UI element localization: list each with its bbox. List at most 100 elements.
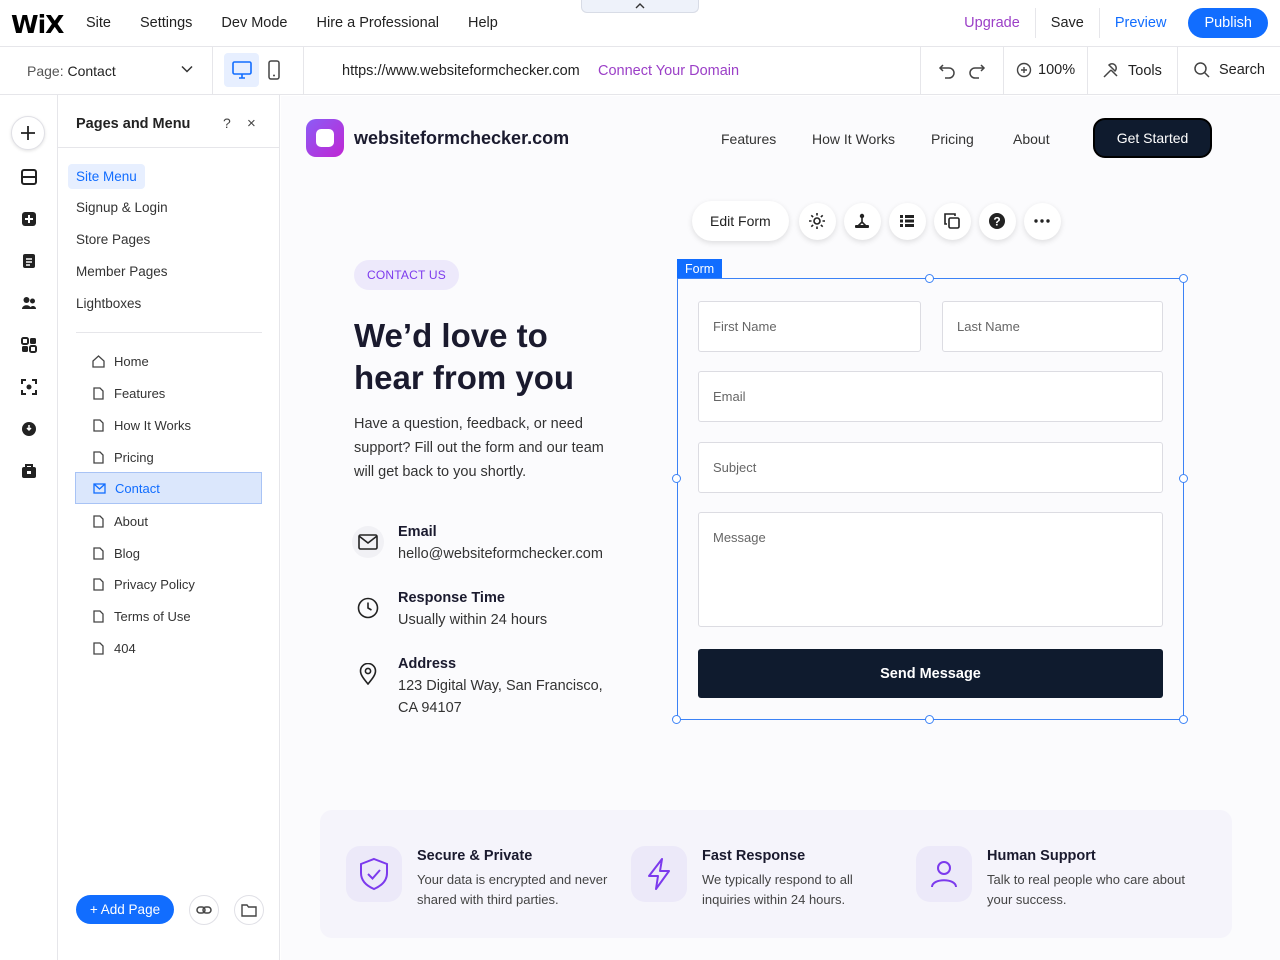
save-button[interactable]: Save (1036, 15, 1099, 31)
site-logo-icon[interactable] (306, 119, 344, 157)
first-name-field[interactable]: First Name (698, 301, 921, 352)
editor-secondary-bar: Page: Contact https://www.websiteformche… (0, 47, 1280, 95)
category-site-menu[interactable]: Site Menu (68, 164, 145, 189)
members-icon[interactable] (19, 293, 39, 313)
info-email-text[interactable]: hello@websiteformchecker.com (398, 543, 658, 565)
message-field[interactable]: Message (698, 512, 1163, 627)
page-selector-value: Contact (67, 63, 116, 79)
menu-help[interactable]: Help (468, 15, 498, 31)
category-store-pages[interactable]: Store Pages (76, 232, 150, 247)
site-nav-how-it-works[interactable]: How It Works (812, 131, 895, 147)
add-elements-button[interactable] (11, 116, 45, 150)
page-item-home[interactable]: Home (75, 345, 262, 377)
add-section-icon[interactable] (19, 167, 39, 187)
redo-icon[interactable] (968, 61, 986, 79)
zoom-icon (1016, 62, 1032, 78)
page-item-how-it-works[interactable]: How It Works (75, 409, 262, 441)
add-link-button[interactable] (189, 895, 219, 925)
zoom-control[interactable]: 100% (1016, 62, 1075, 78)
settings-button[interactable] (798, 202, 836, 240)
editor-canvas[interactable]: websiteformchecker.com Features How It W… (281, 96, 1280, 960)
page-selector[interactable]: Page: Contact (27, 63, 116, 79)
page-item-label: Terms of Use (114, 608, 191, 624)
tools-button[interactable]: Tools (1102, 62, 1162, 79)
resize-handle[interactable] (925, 715, 934, 724)
resize-handle[interactable] (925, 274, 934, 283)
features-strip[interactable]: Secure & Private Your data is encrypted … (320, 810, 1232, 938)
site-nav-features[interactable]: Features (721, 131, 776, 147)
preview-button[interactable]: Preview (1100, 15, 1189, 31)
layout-button[interactable] (888, 202, 926, 240)
gear-icon (809, 213, 826, 229)
help-button[interactable]: ? (978, 202, 1016, 240)
publish-button[interactable]: Publish (1188, 8, 1268, 38)
close-panel-button[interactable]: × (247, 115, 256, 132)
chevron-down-icon[interactable] (181, 65, 193, 73)
more-actions-button[interactable] (1023, 202, 1061, 240)
site-url: https://www.websiteformchecker.com (342, 63, 580, 79)
upgrade-link[interactable]: Upgrade (949, 15, 1035, 31)
duplicate-button[interactable] (933, 202, 971, 240)
send-message-button[interactable]: Send Message (698, 649, 1163, 698)
contact-headline[interactable]: We’d love to hear from you (354, 315, 614, 399)
connect-domain-link[interactable]: Connect Your Domain (598, 63, 739, 79)
menu-hire-professional[interactable]: Hire a Professional (317, 15, 440, 31)
site-nav-about[interactable]: About (1013, 131, 1050, 147)
apps-grid-icon[interactable] (19, 335, 39, 355)
plus-icon (21, 126, 35, 140)
undo-icon[interactable] (938, 61, 956, 79)
desktop-view-button[interactable] (224, 53, 259, 87)
page-item-label: Home (114, 353, 149, 369)
resize-handle[interactable] (672, 715, 681, 724)
page-item-about[interactable]: About (75, 505, 262, 537)
add-folder-button[interactable] (234, 895, 264, 925)
menu-dev-mode[interactable]: Dev Mode (221, 15, 287, 31)
pages-icon[interactable] (19, 251, 39, 271)
portfolio-icon[interactable] (19, 461, 39, 481)
divider (212, 47, 213, 95)
edit-form-button[interactable]: Edit Form (692, 201, 789, 241)
help-button[interactable]: ? (223, 115, 231, 131)
page-item-contact[interactable]: Contact (75, 472, 262, 504)
site-nav-pricing[interactable]: Pricing (931, 131, 974, 147)
resize-handle[interactable] (672, 474, 681, 483)
category-member-pages[interactable]: Member Pages (76, 264, 168, 279)
add-page-button[interactable]: + Add Page (76, 895, 174, 924)
menu-settings[interactable]: Settings (140, 15, 192, 31)
menu-site[interactable]: Site (86, 15, 111, 31)
page-icon (91, 577, 105, 591)
resize-handle[interactable] (1179, 474, 1188, 483)
add-apps-icon[interactable] (19, 209, 39, 229)
category-lightboxes[interactable]: Lightboxes (76, 296, 141, 311)
page-item-privacy-policy[interactable]: Privacy Policy (75, 568, 262, 600)
category-signup-login[interactable]: Signup & Login (76, 200, 168, 215)
email-field[interactable]: Email (698, 371, 1163, 422)
wix-logo[interactable]: WiX (11, 10, 64, 39)
tools-label: Tools (1128, 62, 1162, 79)
resize-handle[interactable] (1179, 715, 1188, 724)
contact-intro[interactable]: Have a question, feedback, or need suppo… (354, 412, 619, 484)
search-button[interactable]: Search (1194, 62, 1265, 78)
page-item-404[interactable]: 404 (75, 632, 262, 664)
search-label: Search (1219, 62, 1265, 78)
page-item-pricing[interactable]: Pricing (75, 441, 262, 473)
automations-button[interactable] (843, 202, 881, 240)
get-started-button[interactable]: Get Started (1093, 118, 1212, 158)
page-icon (91, 609, 105, 623)
form-floating-toolbar: Edit Form ? (692, 201, 1061, 241)
page-item-features[interactable]: Features (75, 377, 262, 409)
page-item-blog[interactable]: Blog (75, 537, 262, 569)
site-name[interactable]: websiteformchecker.com (354, 128, 569, 149)
last-name-field[interactable]: Last Name (942, 301, 1163, 352)
mobile-view-icon[interactable] (268, 60, 280, 80)
resize-handle[interactable] (1179, 274, 1188, 283)
media-icon[interactable] (19, 377, 39, 397)
collapse-toolbar-tab[interactable] (581, 0, 699, 13)
divider (1003, 47, 1004, 95)
info-response-text: Usually within 24 hours (398, 612, 548, 628)
business-tools-icon[interactable] (19, 419, 39, 439)
page-item-terms-of-use[interactable]: Terms of Use (75, 600, 262, 632)
divider (920, 47, 921, 95)
page-item-label: How It Works (114, 417, 192, 433)
subject-field[interactable]: Subject (698, 442, 1163, 493)
